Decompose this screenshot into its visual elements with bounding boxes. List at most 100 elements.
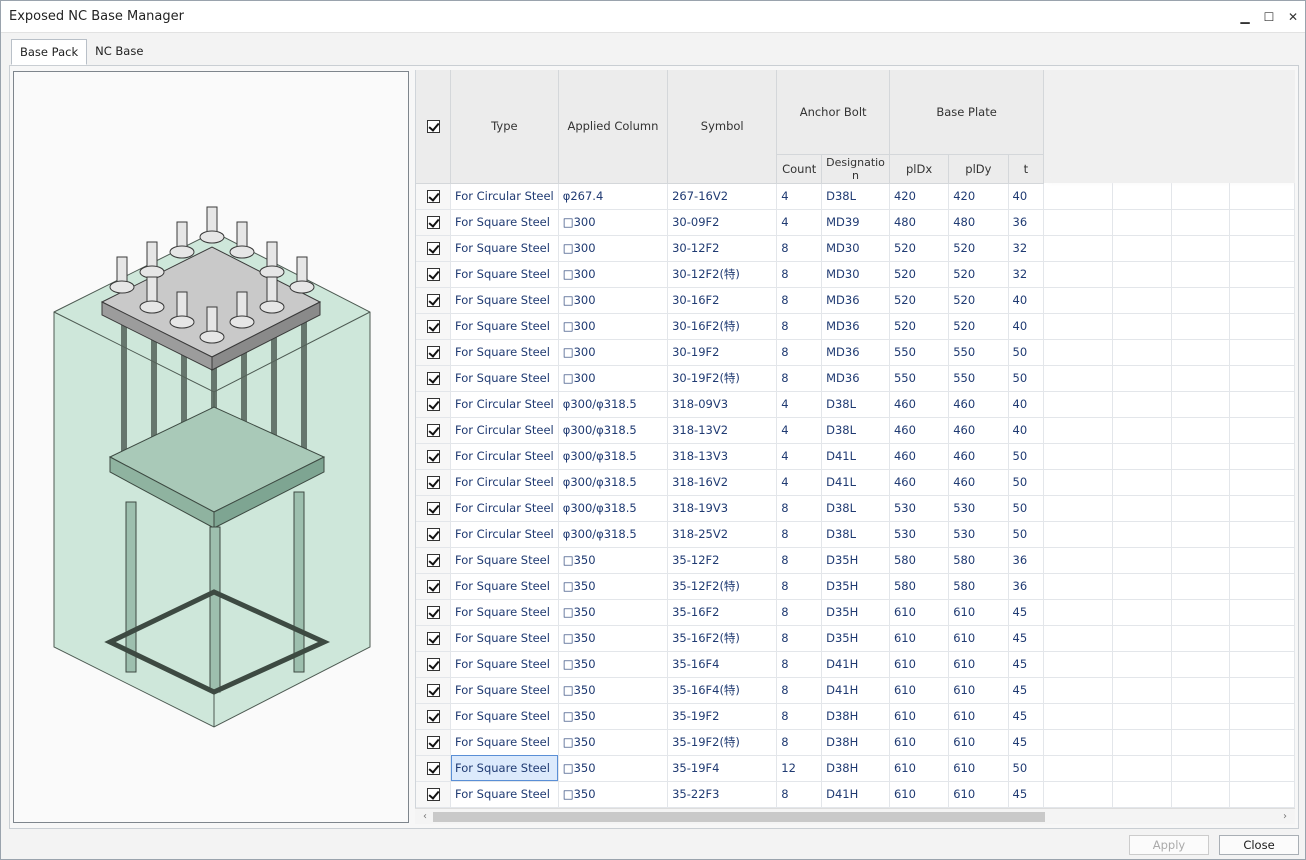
3d-preview[interactable]	[13, 71, 409, 823]
cell-pldx[interactable]: 610	[889, 625, 950, 652]
cell-count[interactable]: 8	[776, 573, 823, 600]
cell-applied-column[interactable]: □350	[558, 703, 669, 730]
tab-base-pack[interactable]: Base Pack	[11, 39, 88, 65]
table-row[interactable]: For Circular Steel φ300/φ318.5 318-25V2 8 D3…	[416, 521, 1295, 548]
row-checkbox[interactable]	[426, 216, 440, 229]
cell-pldy[interactable]: 610	[948, 755, 1009, 782]
table-row[interactable]: For Square Steel □350 35-19F2 8 D38H 610 610 45	[416, 703, 1295, 730]
cell-symbol[interactable]: 318-13V2	[667, 417, 778, 444]
cell-pldx[interactable]: 610	[889, 729, 950, 756]
cell-applied-column[interactable]: □300	[558, 365, 669, 392]
cell-count[interactable]: 8	[776, 599, 823, 626]
row-checkbox[interactable]	[426, 424, 440, 437]
cell-type[interactable]: For Square Steel	[450, 573, 559, 600]
cell-symbol[interactable]: 35-22F3	[667, 781, 778, 808]
row-checkbox[interactable]	[426, 606, 440, 619]
cell-pldy[interactable]: 460	[948, 391, 1009, 418]
cell-designation[interactable]: D35H	[821, 573, 890, 600]
cell-type[interactable]: For Circular Steel	[450, 391, 559, 418]
cell-symbol[interactable]: 318-09V3	[667, 391, 778, 418]
row-checkbox[interactable]	[426, 398, 440, 411]
cell-designation[interactable]: D38H	[821, 729, 890, 756]
cell-pldy[interactable]: 460	[948, 417, 1009, 444]
cell-type[interactable]: For Square Steel	[450, 209, 559, 236]
cell-type[interactable]: For Square Steel	[450, 261, 559, 288]
cell-designation[interactable]: D35H	[821, 599, 890, 626]
cell-applied-column[interactable]: φ267.4	[558, 183, 669, 210]
row-checkbox[interactable]	[426, 762, 440, 775]
cell-pldy[interactable]: 610	[948, 729, 1009, 756]
cell-designation[interactable]: MD36	[821, 287, 890, 314]
cell-count[interactable]: 8	[776, 235, 823, 262]
row-checkbox-cell[interactable]	[416, 391, 452, 418]
minimize-icon[interactable]: ▁	[1233, 1, 1257, 33]
cell-count[interactable]: 4	[776, 469, 823, 496]
cell-t[interactable]: 45	[1008, 781, 1045, 808]
table-row[interactable]: For Square Steel □350 35-16F2(特) 8 D35H 610 61…	[416, 625, 1295, 652]
row-checkbox-cell[interactable]	[416, 313, 452, 340]
cell-designation[interactable]: MD39	[821, 209, 890, 236]
cell-pldx[interactable]: 550	[889, 339, 950, 366]
cell-type[interactable]: For Circular Steel	[450, 469, 559, 496]
row-checkbox-cell[interactable]	[416, 573, 452, 600]
row-checkbox[interactable]	[426, 684, 440, 697]
col-header-applied-column[interactable]: Applied Column	[558, 70, 669, 184]
row-checkbox[interactable]	[426, 320, 440, 333]
cell-designation[interactable]: MD36	[821, 339, 890, 366]
cell-count[interactable]: 4	[776, 183, 823, 210]
cell-symbol[interactable]: 30-12F2	[667, 235, 778, 262]
scroll-right-icon[interactable]: ›	[1277, 809, 1293, 825]
row-checkbox[interactable]	[426, 710, 440, 723]
cell-symbol[interactable]: 35-19F2	[667, 703, 778, 730]
table-row[interactable]: For Circular Steel φ300/φ318.5 318-19V3 8 D3…	[416, 495, 1295, 522]
row-checkbox-cell[interactable]	[416, 547, 452, 574]
cell-pldx[interactable]: 610	[889, 755, 950, 782]
cell-t[interactable]: 36	[1008, 547, 1045, 574]
cell-designation[interactable]: D38H	[821, 703, 890, 730]
cell-pldy[interactable]: 520	[948, 313, 1009, 340]
table-row[interactable]: For Square Steel □350 35-16F2 8 D35H 610 610 45	[416, 599, 1295, 626]
table-row[interactable]: For Circular Steel φ267.4 267-16V2 4 D38L 420…	[416, 183, 1295, 210]
col-header-count[interactable]: Count	[776, 154, 823, 184]
cell-applied-column[interactable]: □350	[558, 651, 669, 678]
cell-symbol[interactable]: 318-16V2	[667, 469, 778, 496]
cell-applied-column[interactable]: □350	[558, 573, 669, 600]
row-checkbox-cell[interactable]	[416, 365, 452, 392]
row-checkbox-cell[interactable]	[416, 599, 452, 626]
cell-applied-column[interactable]: φ300/φ318.5	[558, 495, 669, 522]
cell-symbol[interactable]: 35-16F4	[667, 651, 778, 678]
cell-count[interactable]: 4	[776, 443, 823, 470]
cell-pldx[interactable]: 530	[889, 521, 950, 548]
cell-t[interactable]: 32	[1008, 235, 1045, 262]
cell-t[interactable]: 45	[1008, 677, 1045, 704]
table-row[interactable]: For Square Steel □350 35-12F2 8 D35H 580 580 36	[416, 547, 1295, 574]
cell-designation[interactable]: D41L	[821, 443, 890, 470]
cell-designation[interactable]: D35H	[821, 625, 890, 652]
row-checkbox-cell[interactable]	[416, 625, 452, 652]
cell-designation[interactable]: D38L	[821, 183, 890, 210]
cell-symbol[interactable]: 35-19F4	[667, 755, 778, 782]
select-all-checkbox[interactable]	[426, 120, 440, 134]
cell-t[interactable]: 40	[1008, 287, 1045, 314]
cell-type[interactable]: For Square Steel	[450, 755, 559, 782]
cell-type[interactable]: For Square Steel	[450, 703, 559, 730]
cell-t[interactable]: 50	[1008, 443, 1045, 470]
cell-count[interactable]: 8	[776, 287, 823, 314]
cell-designation[interactable]: D41H	[821, 677, 890, 704]
table-row[interactable]: For Square Steel □350 35-19F2(特) 8 D38H 610 61…	[416, 729, 1295, 756]
row-checkbox[interactable]	[426, 372, 440, 385]
cell-designation[interactable]: D35H	[821, 547, 890, 574]
row-checkbox[interactable]	[426, 502, 440, 515]
cell-t[interactable]: 36	[1008, 573, 1045, 600]
cell-applied-column[interactable]: □350	[558, 755, 669, 782]
cell-count[interactable]: 12	[776, 755, 823, 782]
cell-symbol[interactable]: 35-12F2(特)	[667, 573, 778, 600]
cell-t[interactable]: 45	[1008, 625, 1045, 652]
cell-count[interactable]: 8	[776, 261, 823, 288]
cell-count[interactable]: 8	[776, 677, 823, 704]
cell-pldx[interactable]: 520	[889, 287, 950, 314]
cell-type[interactable]: For Square Steel	[450, 599, 559, 626]
cell-symbol[interactable]: 35-16F2(特)	[667, 625, 778, 652]
row-checkbox[interactable]	[426, 736, 440, 749]
col-header-designation[interactable]: Designatio n	[821, 154, 890, 184]
